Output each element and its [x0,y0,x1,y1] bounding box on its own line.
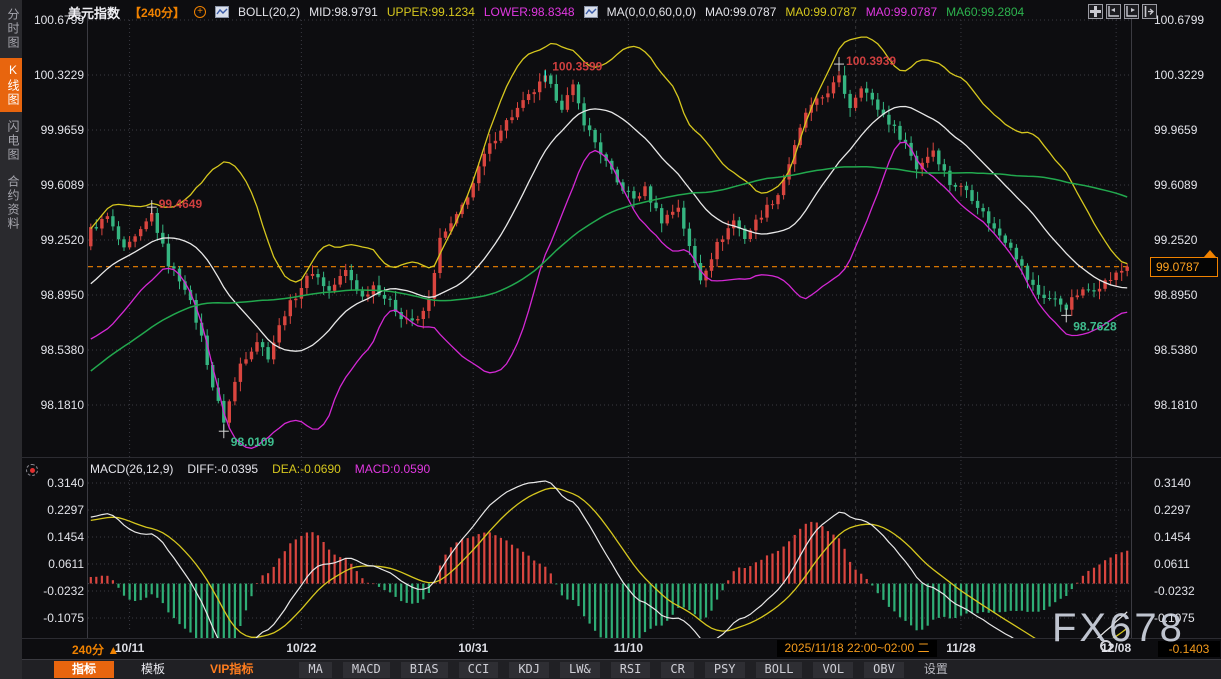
indicator-button-cci[interactable]: CCI [459,662,499,678]
indicator-button-obv[interactable]: OBV [864,662,904,678]
boll-mid-line [91,107,1127,352]
sidebar-item-timeshare[interactable]: 分时图 [0,3,22,55]
ma60-value: MA60:99.2804 [946,5,1024,19]
macd-macd-value: MACD:0.0590 [355,462,430,476]
macd-label: MACD(26,12,9) [90,462,173,476]
price-axis-label: 99.2520 [1154,233,1218,247]
price-axis-label: 98.5380 [22,343,84,357]
indicator-button-cr[interactable]: CR [661,662,693,678]
price-axis-label: 98.8950 [1154,288,1218,302]
extreme-label: 98.7628 [1073,319,1117,333]
symbol-title: 美元指数 [68,3,120,22]
boll-label: BOLL(20,2) [238,5,300,19]
price-axis-label: 100.3229 [1154,68,1218,82]
indicator-button-vol[interactable]: VOL [813,662,853,678]
price-axis-label: 99.2520 [22,233,84,247]
boll-legend-icon[interactable] [215,6,229,18]
macd-collapse-icon[interactable] [26,464,38,476]
price-axis-label: 98.5380 [1154,343,1218,357]
price-axis-label: 99.9659 [22,123,84,137]
price-axis-label: 99.6089 [1154,178,1218,192]
indicator-button-boll[interactable]: BOLL [756,662,803,678]
chart-tool-icons [1088,4,1157,19]
period-badge: 【240分】 [129,4,185,21]
macd-axis-label: 0.3140 [22,476,84,490]
indicator-button-rsi[interactable]: RSI [611,662,651,678]
macd-axis-label: -0.1075 [22,611,84,625]
extreme-label: 99.4649 [159,197,203,211]
macd-axis-label: 0.2297 [1154,503,1218,517]
price-pane [88,37,1130,448]
ma0-white-value: MA0:99.0787 [705,5,776,19]
macd-axis-label: 0.3140 [1154,476,1218,490]
indicator-button-macd[interactable]: MACD [343,662,390,678]
extreme-label: 100.3599 [552,59,602,73]
extreme-label: 98.0109 [231,435,275,449]
scale-right-icon[interactable] [1124,4,1139,19]
tab-vip-indicators[interactable]: VIP指标 [192,661,271,678]
left-sidebar: 分时图 K线图 闪电图 合约资料 [0,0,22,679]
price-axis-label: 99.9659 [1154,123,1218,137]
pan-icon[interactable] [1088,4,1103,19]
price-axis-label: 98.8950 [22,288,84,302]
bottom-toolbar: 指标 模板 VIP指标 MA MACD BIAS CCI KDJ LW&RSI CR PSY B… [22,659,1221,679]
app-window: 分时图 K线图 闪电图 合约资料 美元指数 【240分】 + BOLL(20,2… [0,0,1221,679]
price-axis-label: 100.3229 [22,68,84,82]
macd-diff-value: DIFF:-0.0395 [187,462,258,476]
macd-axis-label: -0.0232 [1154,584,1218,598]
ma0-magenta-value: MA0:99.0787 [866,5,937,19]
macd-header: MACD(26,12,9) DIFF:-0.0395 DEA:-0.0690 M… [90,462,430,476]
indicator-button-lw[interactable]: LW& [560,662,600,678]
macd-diff-line [91,481,1127,659]
price-up-arrow-icon [1204,250,1216,257]
current-price-box: 99.0787 [1150,257,1218,277]
macd-pane [90,481,1129,660]
period-selector[interactable]: 240分 ▲ [72,641,119,658]
indicator-button-bias[interactable]: BIAS [401,662,448,678]
macd-axis-label: 0.0611 [22,557,84,571]
macd-dea-line [91,488,1127,653]
extreme-annotations: 99.4649 98.0109 100.3599 100.3939 98.7628 [147,54,1117,449]
macd-dea-value: DEA:-0.0690 [272,462,341,476]
macd-axis-label: 0.1454 [22,530,84,544]
macd-axis-label: 0.2297 [22,503,84,517]
price-axis-label: 100.6799 [1154,13,1218,27]
candlestick-plot[interactable]: 99.4649 98.0109 100.3599 100.3939 98.7628 [88,0,1130,660]
candles [89,64,1129,431]
plot-right-border [1131,14,1132,638]
tab-indicators[interactable]: 指标 [54,661,114,678]
macd-axis-label: 0.1454 [1154,530,1218,544]
tab-templates[interactable]: 模板 [123,661,183,678]
price-axis-label: 98.1810 [1154,398,1218,412]
price-axis-label: 98.1810 [22,398,84,412]
sidebar-item-kline[interactable]: K线图 [0,58,22,112]
boll-upper-value: UPPER:99.1234 [387,5,475,19]
indicator-buttons: MA MACD BIAS CCI KDJ LW&RSI CR PSY BOLL VOL OBV [299,662,914,678]
indicator-button-kdj[interactable]: KDJ [509,662,549,678]
indicator-button-ma[interactable]: MA [299,662,331,678]
crosshair-date-box: 2025/11/18 22:00~02:00 二 [777,640,937,657]
chart-header: 美元指数 【240分】 + BOLL(20,2) MID:98.9791 UPP… [68,3,1024,21]
settings-button[interactable]: 设置 [915,662,957,678]
scale-left-icon[interactable] [1106,4,1121,19]
ma-legend-icon[interactable] [584,6,598,18]
macd-crosshair-readout: -0.1403 [1158,641,1220,657]
indicator-button-psy[interactable]: PSY [705,662,745,678]
extreme-label: 100.3939 [846,54,896,68]
sidebar-item-contract-info[interactable]: 合约资料 [0,170,22,236]
price-axis-label: 99.6089 [22,178,84,192]
mouse-cursor [1100,640,1112,652]
boll-mid-value: MID:98.9791 [309,5,378,19]
sidebar-item-lightning[interactable]: 闪电图 [0,115,22,167]
boll-lower-value: LOWER:98.8348 [484,5,575,19]
chart-area: 美元指数 【240分】 + BOLL(20,2) MID:98.9791 UPP… [22,0,1221,679]
macd-axis-label: 0.0611 [1154,557,1218,571]
add-indicator-icon[interactable]: + [194,6,206,18]
ma-label: MA(0,0,0,60,0,0) [607,5,696,19]
boll-upper-line [91,37,1127,282]
ma0-yellow-value: MA0:99.0787 [785,5,856,19]
shift-right-icon[interactable] [1142,4,1157,19]
macd-axis-label: -0.0232 [22,584,84,598]
macd-axis-label: -0.1075 [1154,611,1218,625]
